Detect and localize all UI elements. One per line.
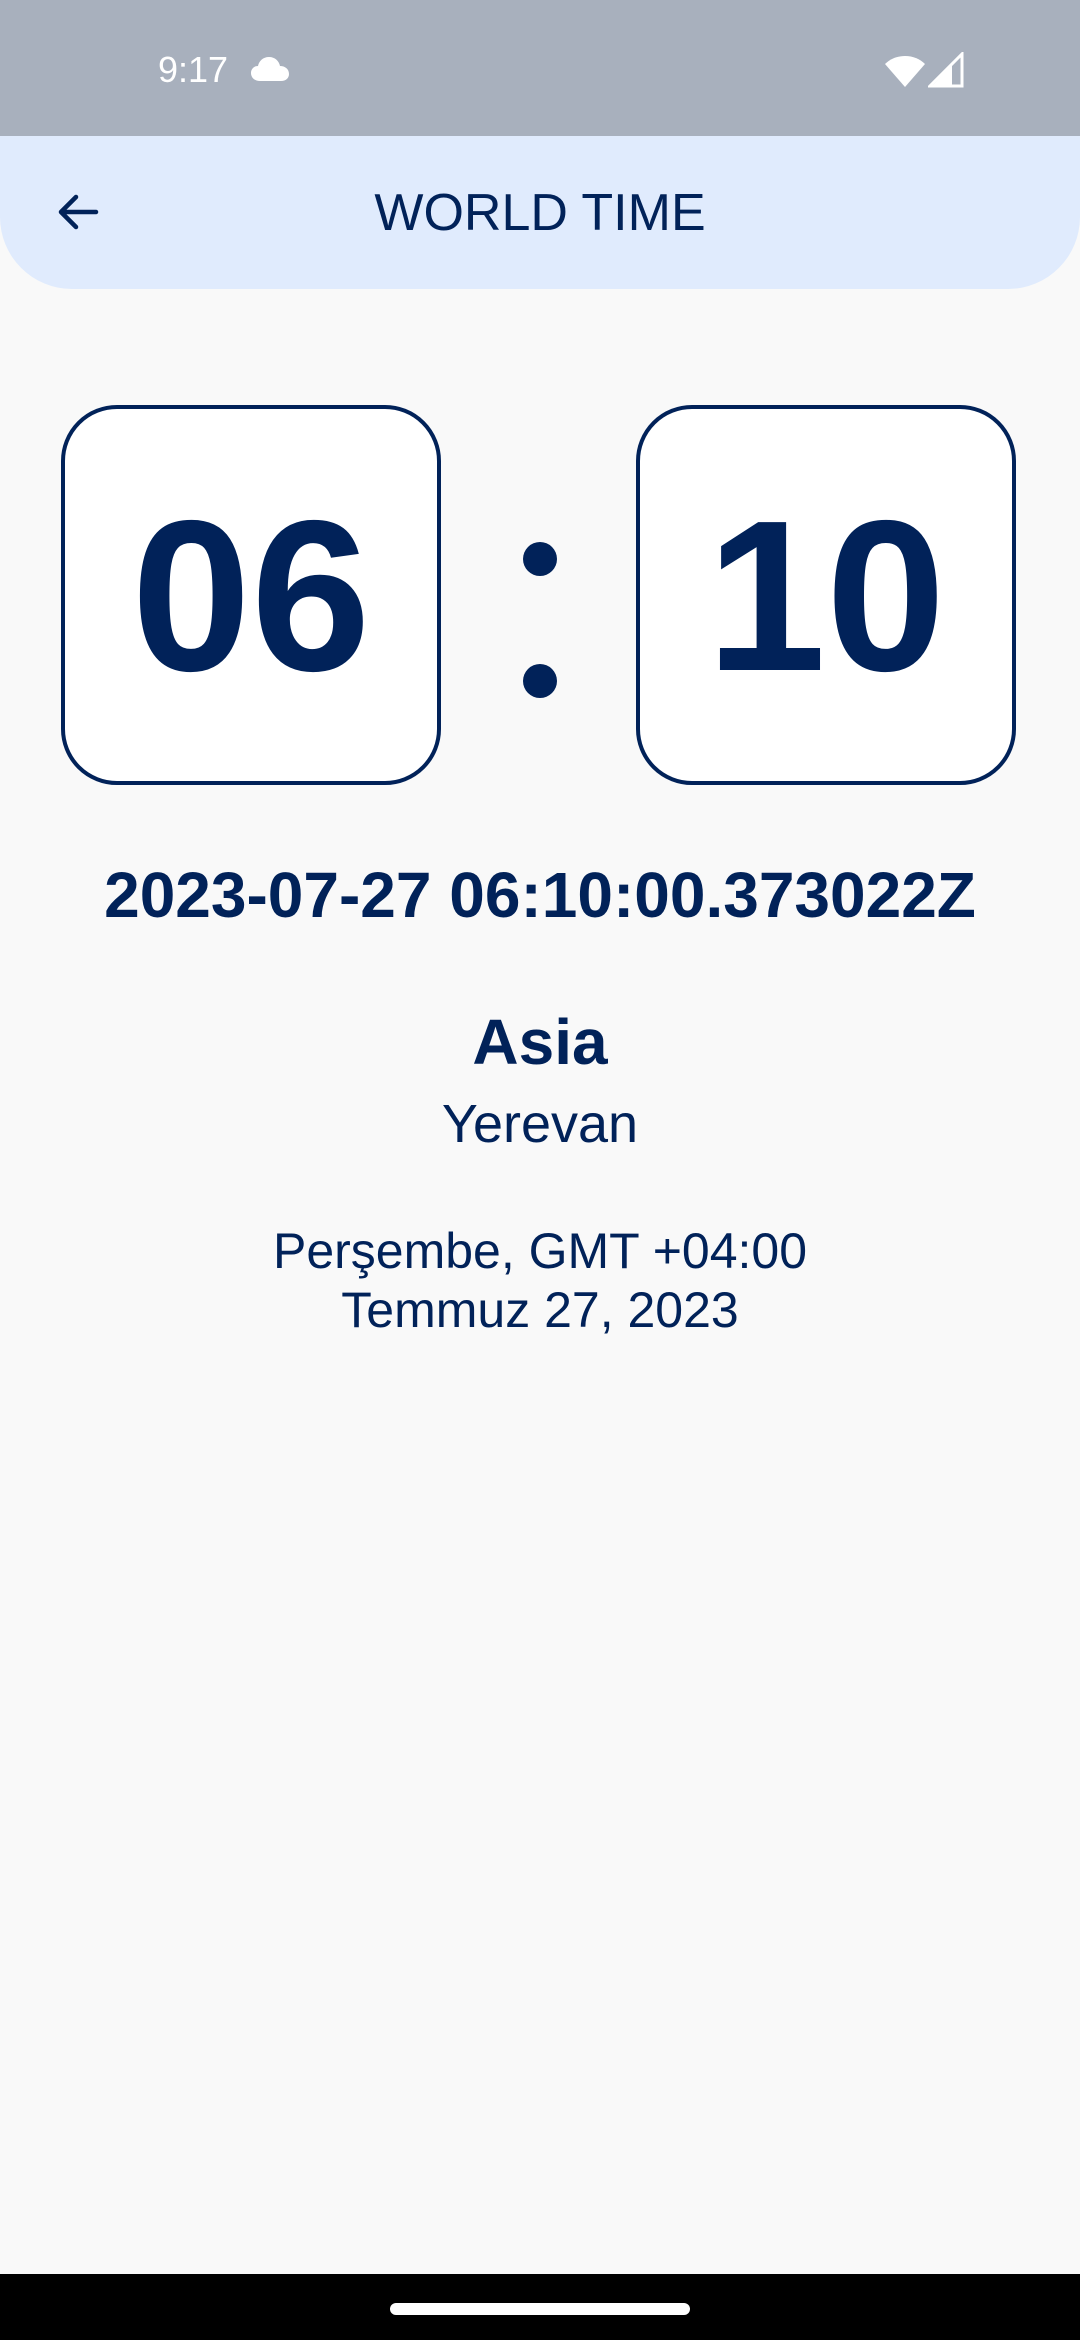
region-name: Asia (472, 1006, 608, 1078)
hours-card: 06 (61, 405, 441, 785)
page-title: WORLD TIME (374, 184, 706, 242)
minutes-card: 10 (636, 405, 1016, 785)
day-and-gmt-offset: Perşembe, GMT +04:00 (272, 1223, 808, 1279)
hours-value: 06 (131, 474, 371, 716)
separator-dot-bottom (523, 664, 557, 698)
city-name: Yerevan (441, 1094, 639, 1154)
time-separator (521, 540, 559, 700)
cloud-icon (251, 57, 289, 81)
signal-icon (928, 52, 964, 88)
long-date: Temmuz 27, 2023 (341, 1282, 739, 1338)
separator-dot-top (523, 542, 557, 576)
wifi-icon (885, 56, 925, 87)
status-bar: 9:17 (0, 0, 1080, 136)
minutes-value: 10 (706, 474, 946, 716)
utc-datetime: 2023-07-27 06:10:00.373022Z (104, 859, 976, 931)
status-time: 9:17 (158, 49, 229, 90)
home-gesture-handle[interactable] (390, 2303, 690, 2315)
